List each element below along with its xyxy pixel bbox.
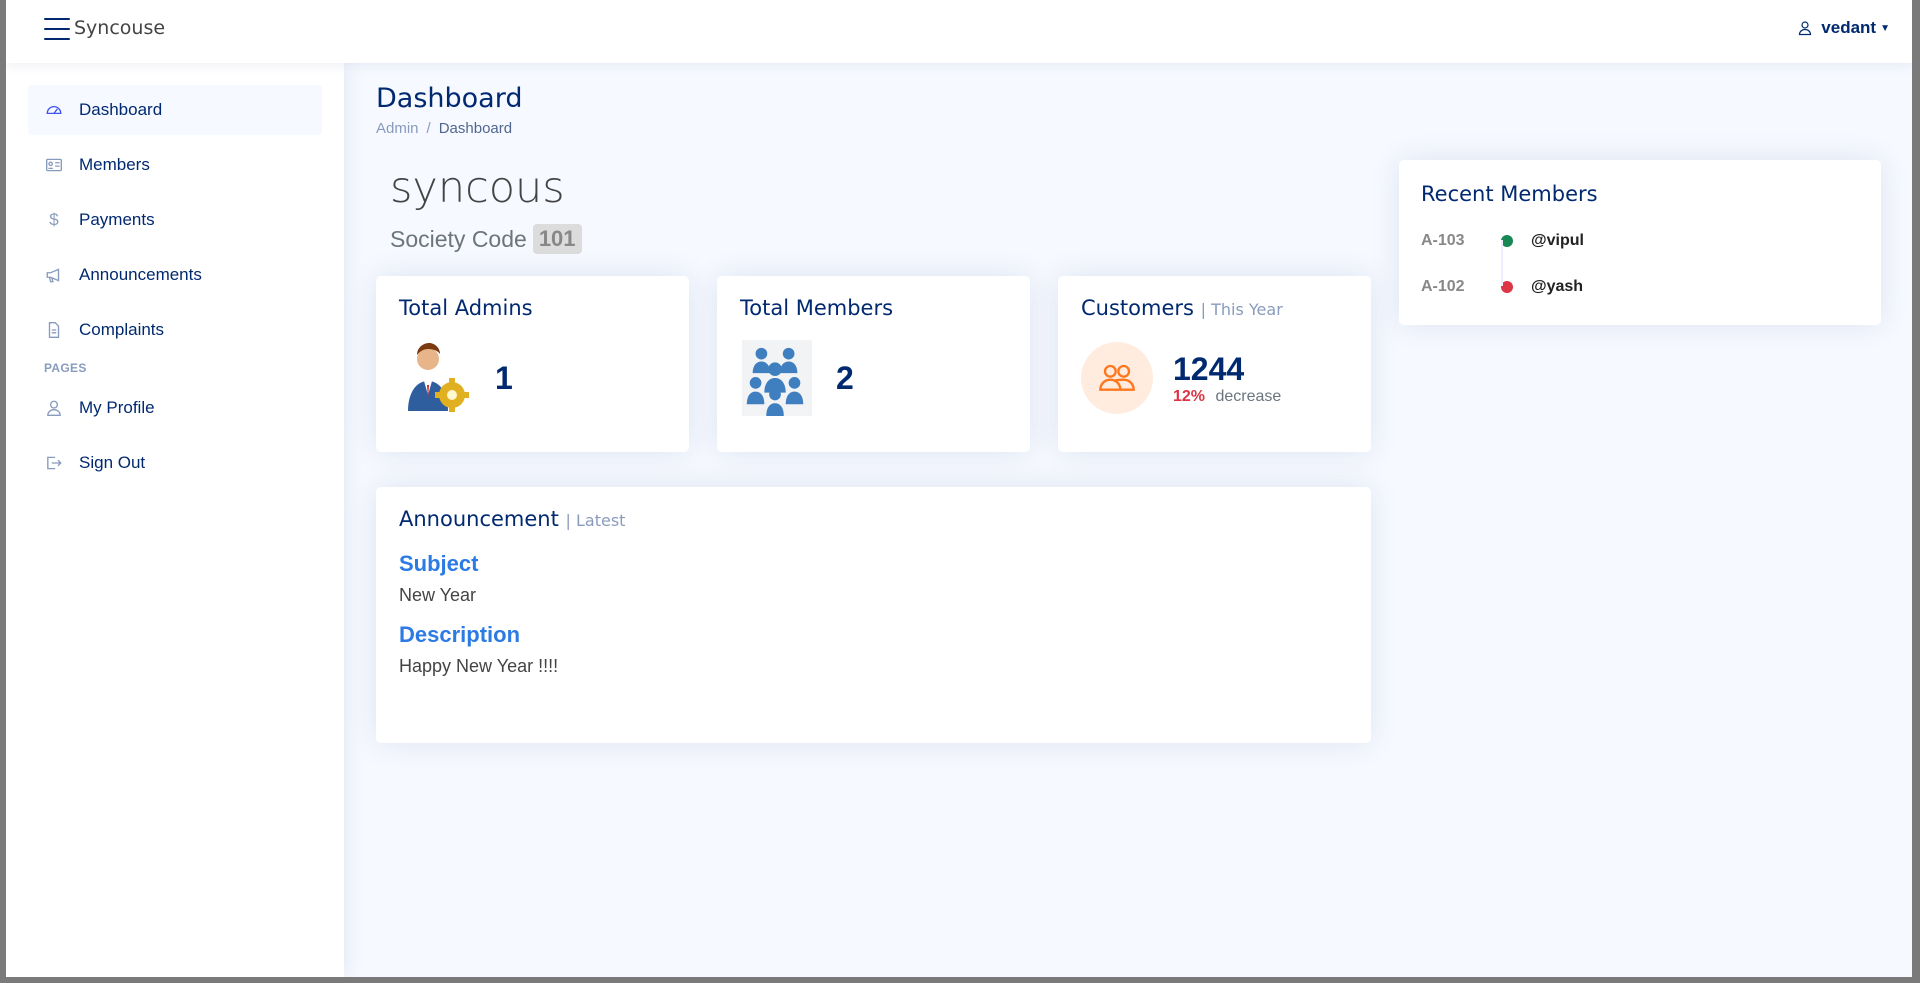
megaphone-icon [44, 265, 64, 285]
sidebar-item-label: Announcements [79, 265, 202, 284]
total-members-card: Total Members 2 [717, 276, 1030, 452]
person-icon [1799, 21, 1812, 36]
society-code-label: Society Code [390, 225, 527, 252]
top-header: Syncouse vedant ▼ [6, 0, 1912, 63]
sidebar-item-dashboard[interactable]: Dashboard [28, 85, 322, 135]
sidebar-item-payments[interactable]: $ Payments [28, 195, 322, 245]
recent-members-card: Recent Members A-103 @vipul A-102 @yash [1399, 160, 1881, 325]
description-heading: Description [399, 622, 521, 647]
sidebar-item-announcements[interactable]: Announcements [28, 250, 322, 300]
list-item[interactable]: A-103 @vipul [1421, 218, 1859, 264]
subject-heading: Subject [399, 551, 479, 576]
customers-change: 12% [1173, 387, 1206, 405]
total-admins-card: Total Admins 1 [376, 276, 689, 452]
timeline-line [1501, 240, 1503, 286]
society-code-badge: 101 [532, 224, 582, 254]
speedometer-icon [44, 100, 64, 120]
page-title: Dashboard [376, 83, 523, 114]
user-menu-dropdown[interactable]: vedant ▼ [1797, 18, 1890, 38]
member-username: @vipul [1531, 232, 1584, 249]
group-people-icon [740, 340, 812, 416]
total-members-value: 2 [836, 359, 854, 396]
customers-direction: decrease [1215, 387, 1282, 405]
breadcrumb-separator: / [426, 120, 431, 137]
sidebar-item-label: Complaints [79, 320, 165, 339]
description-text: Happy New Year !!!! [399, 656, 559, 676]
admin-gear-icon [399, 340, 471, 416]
app-window: Syncouse vedant ▼ Dashboard Members $ Pa… [6, 0, 1912, 977]
society-code-row: Society Code 101 [390, 224, 582, 254]
sidebar-item-my-profile[interactable]: My Profile [28, 383, 322, 433]
announcement-title: Announcement [399, 507, 559, 531]
member-unit-code: A-103 [1421, 232, 1465, 249]
member-unit-code: A-102 [1421, 278, 1465, 295]
customers-card: Customers | This Year 1244 12% decrease [1058, 276, 1371, 452]
customers-title: Customers [1081, 296, 1194, 320]
sign-out-icon [44, 453, 64, 473]
card-title: Total Admins [399, 296, 533, 320]
announcement-subtitle: | Latest [565, 511, 626, 530]
brand-logo-text[interactable]: Syncouse [74, 17, 165, 39]
breadcrumb-current: Dashboard [438, 120, 513, 137]
menu-toggle-icon[interactable] [44, 18, 70, 40]
user-name: vedant [1821, 18, 1877, 37]
caret-down-icon: ▼ [1880, 22, 1890, 34]
id-card-icon [44, 155, 64, 175]
society-name: syncous [390, 163, 565, 213]
customers-value: 1244 [1173, 350, 1245, 387]
dollar-icon: $ [49, 210, 59, 229]
list-item[interactable]: A-102 @yash [1421, 264, 1859, 310]
pages-heading: PAGES [44, 361, 87, 375]
customers-subtitle: | This Year [1200, 300, 1283, 319]
announcement-card: Announcement | Latest Subject New Year D… [376, 487, 1371, 743]
card-title: Total Members [740, 296, 894, 320]
document-icon [44, 320, 64, 340]
person-icon [44, 398, 64, 418]
sidebar-item-label: Sign Out [79, 453, 146, 472]
people-icon [1081, 342, 1153, 414]
card-title: Announcement | Latest [399, 507, 1348, 531]
breadcrumb: Admin / Dashboard [376, 120, 512, 137]
sidebar-item-complaints[interactable]: Complaints [28, 305, 322, 355]
sidebar-item-label: Dashboard [79, 100, 163, 119]
card-title: Recent Members [1421, 182, 1598, 206]
sidebar: Dashboard Members $ Payments Announcemen… [6, 63, 344, 977]
sidebar-item-label: My Profile [79, 398, 155, 417]
sidebar-item-members[interactable]: Members [28, 140, 322, 190]
member-username: @yash [1531, 278, 1584, 295]
sidebar-item-label: Members [79, 155, 150, 174]
sidebar-item-label: Payments [79, 210, 155, 229]
total-admins-value: 1 [495, 359, 513, 396]
card-title: Customers | This Year [1081, 296, 1348, 320]
subject-text: New Year [399, 585, 477, 605]
breadcrumb-admin-link[interactable]: Admin [376, 120, 419, 137]
sidebar-item-sign-out[interactable]: Sign Out [28, 438, 322, 488]
